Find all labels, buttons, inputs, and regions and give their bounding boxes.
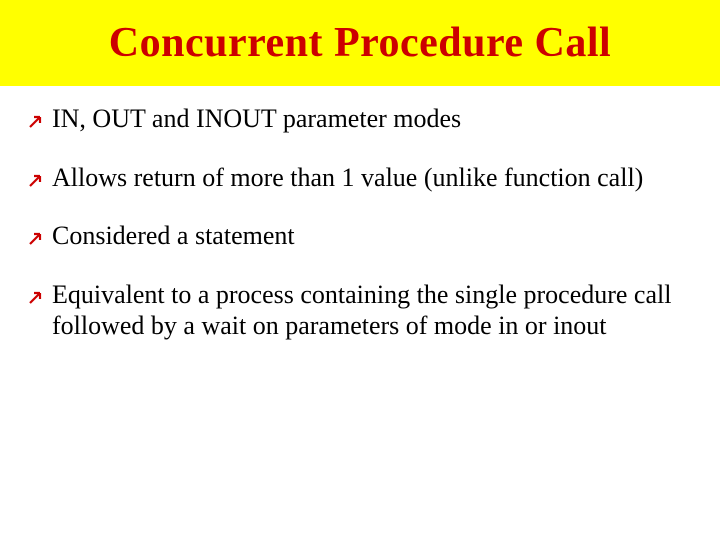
bullet-text: Allows return of more than 1 value (unli… (52, 163, 643, 194)
list-item: Considered a statement (28, 221, 692, 252)
upright-arrow-icon (28, 172, 44, 188)
list-item: Equivalent to a process containing the s… (28, 280, 692, 341)
content-area: IN, OUT and INOUT parameter modes Allows… (0, 86, 720, 341)
bullet-text: Considered a statement (52, 221, 295, 252)
list-item: Allows return of more than 1 value (unli… (28, 163, 692, 194)
upright-arrow-icon (28, 230, 44, 246)
bullet-text: Equivalent to a process containing the s… (52, 280, 692, 341)
page-title: Concurrent Procedure Call (109, 19, 611, 67)
list-item: IN, OUT and INOUT parameter modes (28, 104, 692, 135)
upright-arrow-icon (28, 289, 44, 305)
title-bar: Concurrent Procedure Call (0, 0, 720, 86)
upright-arrow-icon (28, 113, 44, 129)
bullet-text: IN, OUT and INOUT parameter modes (52, 104, 461, 135)
